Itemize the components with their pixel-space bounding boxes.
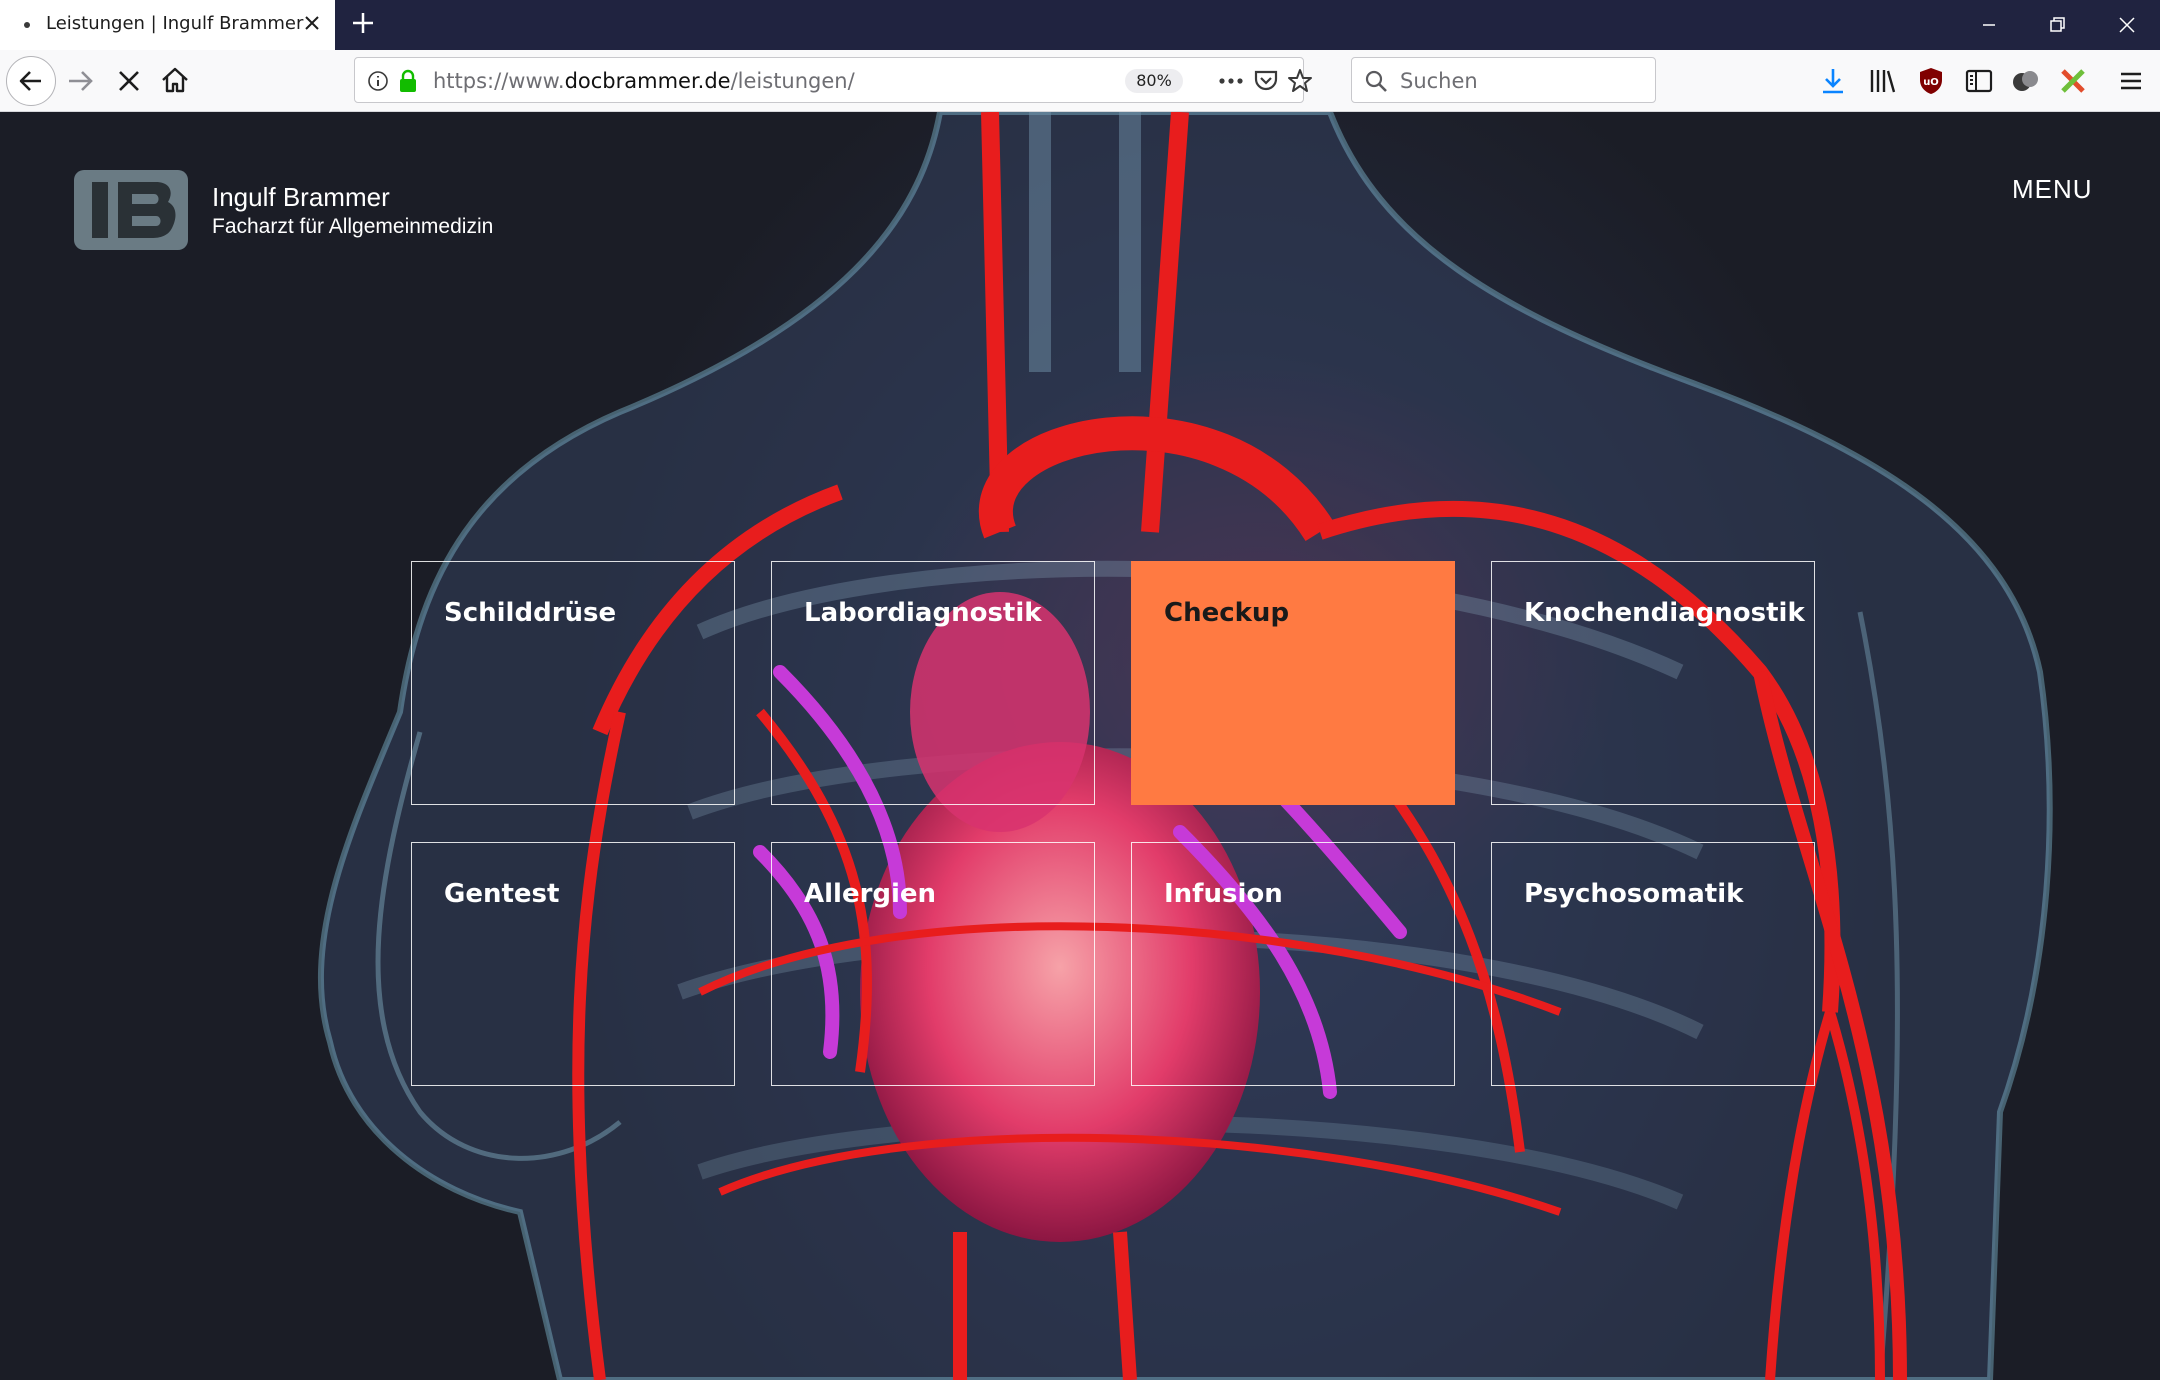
- restore-icon[interactable]: [2042, 10, 2072, 40]
- tile-label: Knochendiagnostik: [1524, 598, 1805, 628]
- service-tile-infusion[interactable]: Infusion: [1131, 842, 1455, 1086]
- brand-subtitle: Facharzt für Allgemeinmedizin: [212, 215, 494, 238]
- search-input[interactable]: [1398, 66, 1642, 96]
- service-tile-checkup[interactable]: Checkup: [1131, 561, 1455, 805]
- extension-cross-icon[interactable]: [2056, 64, 2090, 98]
- url-text[interactable]: https://www.docbrammer.de/leistungen/: [433, 69, 855, 93]
- window-close-icon[interactable]: [2112, 10, 2142, 40]
- zoom-indicator[interactable]: 80%: [1125, 69, 1183, 93]
- bookmark-star-icon[interactable]: [1287, 68, 1313, 94]
- pocket-icon[interactable]: [1253, 69, 1279, 93]
- service-tile-labordiagnostik[interactable]: Labordiagnostik: [771, 561, 1095, 805]
- search-bar[interactable]: [1351, 57, 1656, 103]
- page-content: Ingulf Brammer Facharzt für Allgemeinmed…: [0, 112, 2160, 1380]
- logo-ib[interactable]: [74, 170, 188, 250]
- forward-icon[interactable]: [64, 64, 98, 98]
- tab-bar: Leistungen | Ingulf Brammer: [0, 0, 2160, 50]
- tab-leistungen[interactable]: Leistungen | Ingulf Brammer: [0, 0, 335, 50]
- loading-dot-icon: [24, 22, 30, 28]
- tile-label: Psychosomatik: [1524, 879, 1744, 909]
- tile-label: Allergien: [804, 879, 937, 909]
- tile-label: Schilddrüse: [444, 598, 617, 628]
- new-tab-icon[interactable]: [349, 9, 377, 37]
- service-tile-allergien[interactable]: Allergien: [771, 842, 1095, 1086]
- navigation-toolbar: https://www.docbrammer.de/leistungen/ 80…: [0, 50, 2160, 112]
- arrow-left-icon: [19, 71, 41, 91]
- tab-title: Leistungen | Ingulf Brammer: [46, 13, 304, 34]
- home-icon[interactable]: [158, 63, 192, 97]
- search-icon: [1365, 70, 1387, 92]
- minimize-icon[interactable]: [1974, 10, 2004, 40]
- tile-label: Gentest: [444, 879, 560, 909]
- hamburger-menu-icon[interactable]: [2114, 64, 2148, 98]
- service-tile-knochendiagnostik[interactable]: Knochendiagnostik: [1491, 561, 1815, 805]
- tile-label: Infusion: [1164, 879, 1283, 909]
- stop-loading-icon[interactable]: [112, 64, 146, 98]
- sidebar-icon[interactable]: [1962, 64, 1996, 98]
- service-tile-schilddruese[interactable]: Schilddrüse: [411, 561, 735, 805]
- tab-close-icon[interactable]: [300, 11, 324, 35]
- info-icon[interactable]: [367, 70, 389, 92]
- back-button[interactable]: [6, 56, 56, 106]
- menu-button[interactable]: MENU: [2012, 174, 2093, 205]
- extension-masks-icon[interactable]: [2009, 64, 2043, 98]
- lock-icon[interactable]: [397, 68, 419, 94]
- address-bar[interactable]: https://www.docbrammer.de/leistungen/ 80…: [354, 57, 1312, 103]
- library-icon[interactable]: [1866, 64, 1900, 98]
- download-icon[interactable]: [1816, 64, 1850, 98]
- page-actions-icon[interactable]: [1217, 70, 1245, 92]
- tile-label: Checkup: [1164, 598, 1290, 628]
- service-tile-gentest[interactable]: Gentest: [411, 842, 735, 1086]
- brand-name[interactable]: Ingulf Brammer: [212, 182, 390, 213]
- svg-text:uO: uO: [1923, 77, 1939, 88]
- tile-label: Labordiagnostik: [804, 598, 1042, 628]
- service-tile-psychosomatik[interactable]: Psychosomatik: [1491, 842, 1815, 1086]
- ublock-icon[interactable]: uO: [1914, 64, 1948, 98]
